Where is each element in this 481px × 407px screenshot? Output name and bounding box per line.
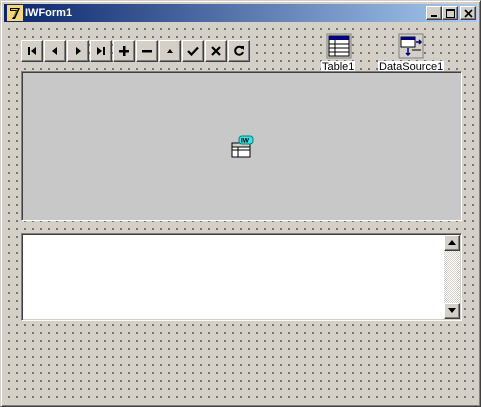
nav-cancel-button[interactable]	[205, 40, 227, 62]
scroll-down-button[interactable]	[444, 303, 460, 319]
plus-icon	[119, 46, 129, 56]
last-record-icon	[97, 47, 105, 55]
minimize-icon	[431, 15, 437, 17]
datasource-icon	[398, 33, 424, 59]
nav-first-button[interactable]	[21, 40, 43, 62]
x-icon	[211, 46, 221, 56]
arrow-up-icon	[448, 240, 456, 245]
scroll-up-button[interactable]	[444, 235, 460, 251]
delphi-app-icon[interactable]	[7, 5, 23, 21]
minus-icon	[142, 50, 152, 53]
ide-form-window: IWForm1 Table1 DataSource1 IW	[0, 0, 481, 407]
close-button[interactable]	[460, 6, 476, 20]
db-grid[interactable]: IW	[21, 71, 462, 221]
close-icon	[464, 9, 473, 18]
memo-scrollbar[interactable]	[444, 235, 460, 319]
triangle-up-icon	[167, 49, 173, 53]
grid-icon-text: IW	[241, 138, 250, 145]
db-navigator	[21, 40, 251, 62]
datasource-component[interactable]	[398, 33, 424, 59]
table-component[interactable]	[326, 33, 352, 59]
nav-refresh-button[interactable]	[228, 40, 250, 62]
intraweb-grid-icon: IW	[231, 135, 254, 158]
nav-edit-button[interactable]	[159, 40, 181, 62]
window-title: IWForm1	[25, 7, 73, 19]
nav-delete-button[interactable]	[136, 40, 158, 62]
nav-next-button[interactable]	[67, 40, 89, 62]
table-icon	[326, 33, 352, 59]
refresh-icon	[234, 45, 244, 56]
memo-field[interactable]	[21, 233, 462, 321]
checkmark-icon	[187, 46, 199, 56]
title-bar[interactable]: IWForm1	[4, 4, 477, 22]
maximize-button[interactable]	[442, 6, 458, 20]
first-record-icon	[28, 47, 36, 55]
prior-record-icon	[52, 47, 57, 55]
form-design-surface[interactable]: Table1 DataSource1 IW	[4, 24, 477, 403]
nav-post-button[interactable]	[182, 40, 204, 62]
nav-last-button[interactable]	[90, 40, 112, 62]
nav-insert-button[interactable]	[113, 40, 135, 62]
maximize-icon	[446, 9, 455, 18]
next-record-icon	[76, 47, 81, 55]
nav-prior-button[interactable]	[44, 40, 66, 62]
minimize-button[interactable]	[426, 6, 442, 20]
arrow-down-icon	[448, 308, 456, 313]
